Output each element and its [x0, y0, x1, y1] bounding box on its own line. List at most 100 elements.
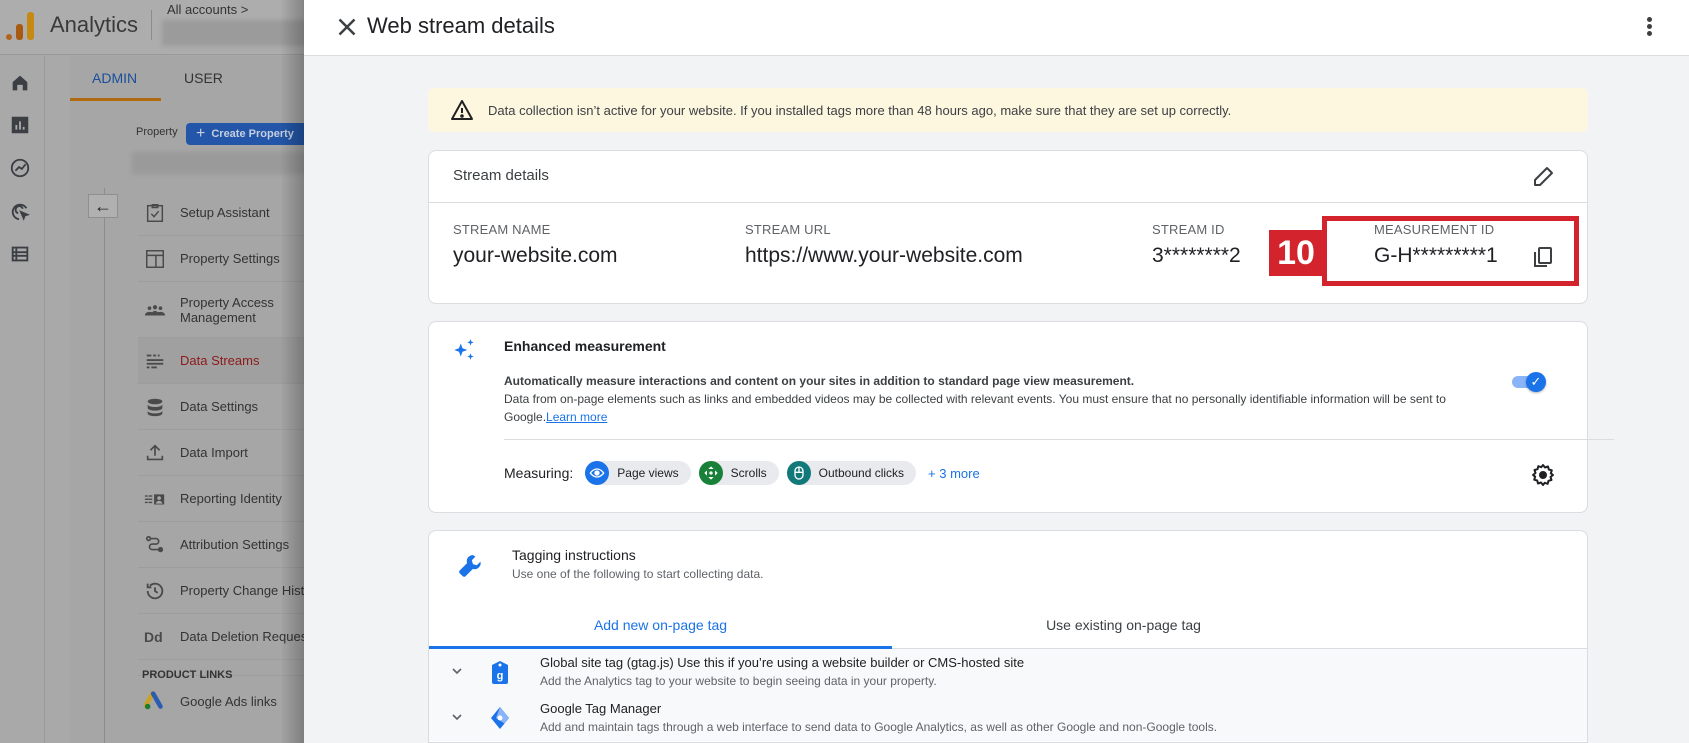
stream-url-value: https://www.your-website.com: [745, 244, 1023, 267]
stream-id-field: STREAM ID 3********2: [1152, 222, 1241, 268]
gtag-icon: g: [489, 659, 511, 685]
description-line-1: Automatically measure interactions and c…: [504, 374, 1135, 388]
history-icon: [144, 580, 166, 602]
tagging-tabs: Add new on-page tag Use existing on-page…: [429, 603, 1587, 649]
web-stream-details-drawer: Web stream details Data collection isn’t…: [304, 0, 1689, 743]
data-collection-alert: Data collection isn’t active for your we…: [428, 88, 1588, 132]
background-admin-app: Analytics All accounts > ADMIN USER Prop…: [0, 0, 316, 743]
tagging-subtitle: Use one of the following to start collec…: [512, 567, 764, 581]
back-arrow-button[interactable]: ←: [88, 194, 118, 218]
nav-label: Google Ads links: [180, 693, 277, 709]
nav-label: Setup Assistant: [180, 205, 270, 220]
streams-icon: [144, 350, 166, 372]
nav-label: Attribution Settings: [180, 537, 290, 552]
analytics-logo: [6, 10, 36, 40]
app-name: Analytics: [50, 12, 139, 37]
annotation-step-badge: 10: [1269, 230, 1323, 276]
field-label: STREAM URL: [745, 222, 831, 237]
measuring-label: Measuring:: [504, 465, 574, 481]
nav-label: Property Settings: [180, 251, 280, 266]
upload-icon: [144, 442, 166, 464]
divider: [429, 202, 1587, 203]
google-tag-manager-icon: [489, 705, 511, 731]
tag-option-name: Global site tag (gtag.js) Use this if yo…: [540, 655, 1025, 670]
mouse-icon: [786, 461, 811, 485]
configure-icon[interactable]: [9, 243, 31, 265]
chip-label: Scrolls: [730, 466, 767, 480]
enhanced-measurement-card: Enhanced measurement Automatically measu…: [428, 321, 1614, 513]
enhanced-measurement-title: Enhanced measurement: [504, 338, 666, 354]
app-topbar: Analytics All accounts >: [0, 0, 310, 55]
tab-admin[interactable]: ADMIN: [92, 70, 137, 86]
chip-scrolls: Scrolls: [698, 461, 779, 485]
svg-text:g: g: [497, 670, 504, 682]
alert-text: Data collection isn’t active for your we…: [488, 102, 1232, 118]
stream-name-value: your-website.com: [453, 244, 618, 267]
layout-icon: [144, 248, 166, 270]
more-options-icon[interactable]: [1634, 12, 1664, 42]
drawer-shadow: [280, 0, 305, 743]
reports-icon[interactable]: [9, 114, 31, 136]
nav-label: Data Streams: [180, 353, 260, 368]
tree-line: [104, 188, 105, 743]
wrench-icon: [457, 553, 483, 579]
product-links-heading: PRODUCT LINKS: [142, 669, 233, 681]
tagging-title: Tagging instructions: [512, 547, 636, 563]
field-label: STREAM NAME: [453, 222, 551, 237]
measuring-row: Measuring: Page views Scrolls Outbound c…: [504, 461, 980, 485]
tag-option-description: Add and maintain tags through a web inte…: [540, 720, 1218, 734]
explore-icon[interactable]: [9, 157, 31, 179]
tag-option-description: Add the Analytics tag to your website to…: [540, 674, 937, 688]
checkmark-icon: ✓: [1526, 372, 1546, 392]
chevron-down-icon[interactable]: [449, 663, 465, 679]
nav-label: Reporting Identity: [180, 491, 282, 506]
advertising-icon[interactable]: [9, 200, 31, 222]
google-ads-icon: [143, 690, 166, 712]
warning-icon: [450, 98, 474, 122]
gear-icon[interactable]: [1531, 463, 1555, 487]
chip-outbound-clicks: Outbound clicks: [786, 461, 917, 485]
stream-id-value: 3********2: [1152, 244, 1241, 267]
chevron-down-icon[interactable]: [449, 709, 465, 725]
people-icon: [144, 299, 166, 321]
breadcrumb-all-accounts[interactable]: All accounts >: [167, 2, 248, 17]
tagging-instructions-card: Tagging instructions Use one of the foll…: [428, 530, 1588, 743]
chip-label: Page views: [617, 466, 679, 480]
tag-option-gtag[interactable]: g Global site tag (gtag.js) Use this if …: [429, 649, 1587, 695]
tag-options-list: g Global site tag (gtag.js) Use this if …: [429, 649, 1587, 741]
route-icon: [144, 534, 166, 556]
learn-more-link[interactable]: Learn more: [546, 410, 607, 424]
field-label: STREAM ID: [1152, 222, 1225, 237]
drawer-header: Web stream details: [304, 0, 1689, 56]
identity-icon: [144, 488, 166, 510]
eye-icon: [585, 461, 610, 485]
more-measurements-link[interactable]: + 3 more: [928, 466, 980, 481]
annotation-highlight-box: [1322, 216, 1579, 286]
close-button[interactable]: [332, 12, 362, 42]
sparkle-icon: [451, 337, 477, 363]
nav-label: Data Settings: [180, 399, 259, 414]
tab-use-existing-on-page-tag[interactable]: Use existing on-page tag: [892, 603, 1355, 648]
dd-icon: Dd: [144, 628, 163, 645]
active-tab-indicator: [70, 98, 161, 101]
edit-pencil-icon[interactable]: [1531, 165, 1555, 189]
enhanced-measurement-toggle[interactable]: ✓: [1512, 372, 1548, 392]
tab-user[interactable]: USER: [184, 70, 223, 86]
drawer-title: Web stream details: [367, 13, 555, 38]
clipboard-check-icon: [144, 202, 166, 224]
divider: [504, 439, 1614, 440]
enhanced-measurement-description: Automatically measure interactions and c…: [504, 372, 1504, 426]
stream-name-field: STREAM NAME your-website.com: [453, 222, 618, 268]
tab-add-new-on-page-tag[interactable]: Add new on-page tag: [429, 603, 892, 649]
divider: [151, 10, 152, 40]
tag-option-google-tag-manager[interactable]: Google Tag Manager Add and maintain tags…: [429, 695, 1587, 741]
home-icon[interactable]: [9, 72, 31, 94]
chip-label: Outbound clicks: [818, 466, 905, 480]
description-line-2: Data from on-page elements such as links…: [504, 392, 1446, 424]
chip-page-views: Page views: [585, 461, 691, 485]
tag-option-name: Google Tag Manager: [540, 701, 662, 716]
plus-icon: +: [196, 125, 206, 142]
left-rail: [0, 56, 45, 743]
stream-url-field: STREAM URL https://www.your-website.com: [745, 222, 1023, 268]
stream-details-title: Stream details: [453, 167, 549, 184]
